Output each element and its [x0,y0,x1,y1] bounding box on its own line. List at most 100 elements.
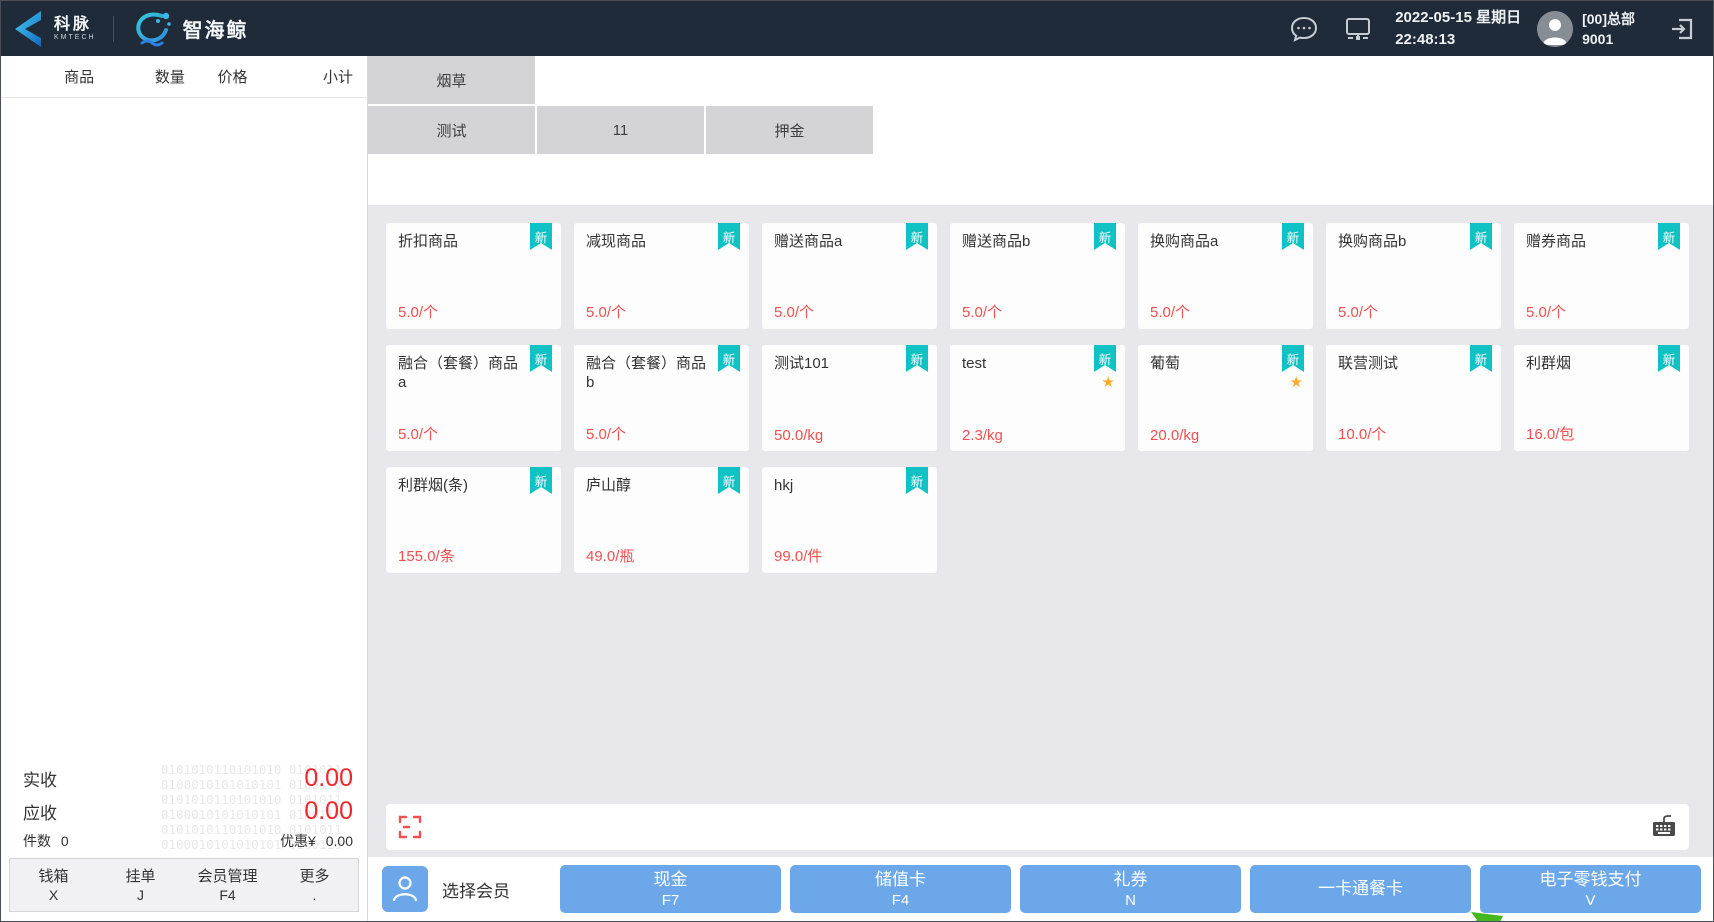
action-shortcut: X [49,886,58,904]
payment-footer: 选择会员 现金 F7 储值卡 F4 礼券 N 一卡通餐卡 电子零钱支付 V [368,857,1713,921]
category-tabs-row2: 测试 11 押金 [368,106,1713,154]
user-store: [00]总部 [1582,9,1635,29]
product-card[interactable]: 换购商品b 新 ★ 5.0/个 [1326,223,1501,329]
column-quantity: 数量 [135,66,204,87]
product-name: 葡萄 [1150,354,1301,373]
product-price: 99.0/件 [774,545,822,566]
category-tab[interactable]: 测试 [368,106,535,154]
product-card[interactable]: 折扣商品 新 ★ 5.0/个 [386,223,561,329]
payment-button[interactable]: 储值卡 F4 [790,865,1011,913]
product-price: 5.0/个 [774,301,814,322]
cart-summary: 0101010110101010 0101011 010001010101010… [1,760,367,853]
payment-label: 电子零钱支付 [1540,869,1642,891]
product-card[interactable]: hkj 新 ★ 99.0/件 [762,467,937,573]
category-tab-label: 押金 [774,120,804,141]
product-name: 利群烟 [1526,354,1677,373]
cart-column-headers: 商品 数量 价格 小计 [1,56,367,98]
barcode-input[interactable] [430,804,1641,850]
product-card[interactable]: 联营测试 新 ★ 10.0/个 [1326,345,1501,451]
count-label: 件数 [23,833,51,849]
category-tab-label: 11 [613,122,629,139]
product-card[interactable]: 葡萄 新 ★ 20.0/kg [1138,345,1313,451]
payment-label: 储值卡 [875,869,926,891]
category-tab-label: 烟草 [436,70,466,91]
received-value: 0.00 [304,764,353,793]
discount-label: 优惠¥ [280,833,316,849]
cart-action-button[interactable]: 更多 . [271,859,358,911]
column-subtotal: 小计 [261,66,353,87]
product-card[interactable]: 换购商品a 新 ★ 5.0/个 [1138,223,1313,329]
select-member-button[interactable] [382,866,428,912]
product-brand: 智海鲸 [131,9,249,49]
product-card[interactable]: 赠送商品b 新 ★ 5.0/个 [950,223,1125,329]
cart-action-button[interactable]: 挂单 J [97,859,184,911]
main-area: 商品 数量 价格 小计 0101010110101010 0101011 010… [1,56,1713,921]
category-tab[interactable]: 11 [537,106,704,154]
product-card[interactable]: 庐山醇 新 ★ 49.0/瓶 [574,467,749,573]
category-tab[interactable]: 押金 [706,106,873,154]
due-value: 0.00 [304,797,353,826]
avatar[interactable] [1537,11,1573,47]
star-icon: ★ [1290,375,1303,390]
payment-label: 礼券 [1114,869,1148,891]
payment-button[interactable]: 现金 F7 [560,865,781,913]
kemai-logo-icon [7,8,47,50]
cart-action-button[interactable]: 会员管理 F4 [184,859,271,911]
payment-button[interactable]: 一卡通餐卡 [1250,865,1471,913]
payment-button[interactable]: 电子零钱支付 V [1480,865,1701,913]
count-value: 0 [61,833,69,849]
product-card[interactable]: 利群烟(条) 新 ★ 155.0/条 [386,467,561,573]
product-card[interactable]: test 新 ★ 2.3/kg [950,345,1125,451]
product-name: 换购商品a [1150,232,1301,251]
product-card[interactable]: 测试101 新 ★ 50.0/kg [762,345,937,451]
product-card[interactable]: 减现商品 新 ★ 5.0/个 [574,223,749,329]
product-price: 5.0/个 [398,423,438,444]
product-price: 5.0/个 [1526,301,1566,322]
product-name: 赠送商品a [774,232,925,251]
display-icon[interactable] [1343,15,1373,43]
payment-label: 一卡通餐卡 [1318,878,1403,900]
product-card[interactable]: 利群烟 新 ★ 16.0/包 [1514,345,1689,451]
user-id: 9001 [1582,29,1635,49]
product-name: hkj [774,476,925,495]
user-info: [00]总部 9001 [1582,9,1635,49]
product-card[interactable]: 赠送商品a 新 ★ 5.0/个 [762,223,937,329]
product-price: 5.0/个 [962,301,1002,322]
select-member-label[interactable]: 选择会员 [442,877,538,902]
products-area: 折扣商品 新 ★ 5.0/个 减现商品 新 ★ 5.0/个 赠送商品a 新 ★ … [368,205,1713,857]
payment-label: 现金 [654,869,688,891]
cart-action-button[interactable]: 钱箱 X [10,859,97,911]
product-price: 49.0/瓶 [586,545,634,566]
payment-button[interactable]: 礼券 N [1020,865,1241,913]
cart-item-list[interactable] [1,98,367,760]
product-name: 赠送商品b [962,232,1113,251]
product-price: 5.0/个 [586,301,626,322]
products-grid: 折扣商品 新 ★ 5.0/个 减现商品 新 ★ 5.0/个 赠送商品a 新 ★ … [386,223,1689,573]
category-tab[interactable]: 烟草 [368,56,535,104]
catalog-panel: 烟草 测试 11 押金 折扣商品 新 ★ 5.0/个 减现商品 新 ★ 5.0/… [368,56,1713,921]
product-card[interactable]: 赠券商品 新 ★ 5.0/个 [1514,223,1689,329]
product-price: 50.0/kg [774,427,823,444]
product-price: 5.0/个 [1338,301,1378,322]
product-name: 联营测试 [1338,354,1489,373]
product-card[interactable]: 融合（套餐）商品b 新 ★ 5.0/个 [574,345,749,451]
product-card[interactable]: 融合（套餐）商品a 新 ★ 5.0/个 [386,345,561,451]
time-text: 22:48:13 [1395,29,1521,51]
product-name-logo: 智海鲸 [183,14,249,43]
action-shortcut: J [137,886,144,904]
cart-panel: 商品 数量 价格 小计 0101010110101010 0101011 010… [1,56,368,921]
cart-action-bar: 钱箱 X 挂单 J 会员管理 F4 更多 . [9,858,359,912]
date-text: 2022-05-15 星期日 [1395,7,1521,29]
product-name: 换购商品b [1338,232,1489,251]
product-price: 20.0/kg [1150,427,1199,444]
kmtech-subtext: KMTECH [54,33,96,42]
star-icon: ★ [1102,375,1115,390]
keyboard-icon[interactable] [1649,812,1679,842]
logout-icon[interactable] [1669,16,1695,42]
category-tab-label: 测试 [436,120,466,141]
datetime: 2022-05-15 星期日 22:48:13 [1395,7,1521,51]
chat-icon[interactable] [1289,15,1319,43]
person-icon [390,873,420,905]
topbar: 科脉 KMTECH 智海鲸 [1,1,1713,56]
category-tabs-row1: 烟草 [368,56,1713,104]
